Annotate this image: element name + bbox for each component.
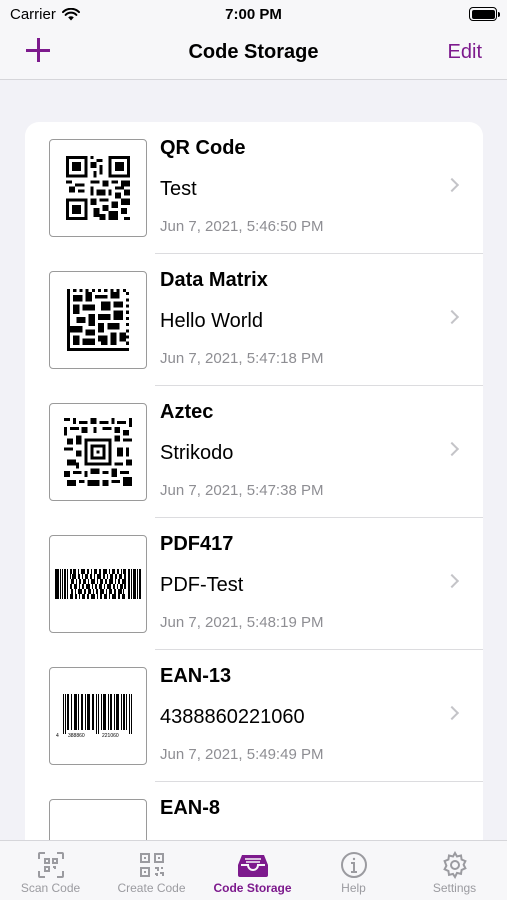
code-list: QR Code Test Jun 7, 2021, 5:46:50 PM Dat… xyxy=(25,122,483,882)
code-date: Jun 7, 2021, 5:46:50 PM xyxy=(160,218,324,235)
pdf417-thumbnail xyxy=(49,535,147,633)
navigation-bar: Code Storage Edit xyxy=(0,28,507,80)
aztec-code-thumbnail xyxy=(49,403,147,501)
code-row-ean13[interactable]: 4 388860 221060 EAN-13 4388860221060 Jun… xyxy=(25,650,483,782)
code-type: Data Matrix xyxy=(160,269,268,291)
chevron-right-icon xyxy=(444,573,460,589)
code-type: PDF417 xyxy=(160,533,234,555)
chevron-right-icon xyxy=(444,705,460,721)
qr-code-thumbnail xyxy=(49,139,147,237)
status-time: 7:00 PM xyxy=(225,6,282,23)
tab-bar: Scan Code Create Code Code Storage Help … xyxy=(0,840,507,900)
tab-label: Create Code xyxy=(117,881,186,895)
code-date: Jun 7, 2021, 5:49:49 PM xyxy=(160,746,324,763)
status-bar: Carrier 7:00 PM xyxy=(0,0,507,28)
tab-label: Help xyxy=(341,881,366,895)
tab-code-storage[interactable]: Code Storage xyxy=(202,841,303,900)
chevron-right-icon xyxy=(444,309,460,325)
ean13-barcode-thumbnail: 4 388860 221060 xyxy=(49,667,147,765)
tray-icon xyxy=(237,855,268,877)
code-content: Hello World xyxy=(160,310,263,332)
code-type: Aztec xyxy=(160,401,214,423)
code-row-qr[interactable]: QR Code Test Jun 7, 2021, 5:46:50 PM xyxy=(25,122,483,254)
code-date: Jun 7, 2021, 5:47:18 PM xyxy=(160,350,324,367)
code-type: EAN-13 xyxy=(160,665,232,687)
chevron-right-icon xyxy=(444,177,460,193)
tab-help[interactable]: Help xyxy=(303,841,404,900)
tab-label: Settings xyxy=(432,881,477,895)
code-type: EAN-8 xyxy=(160,797,221,819)
code-content: PDF-Test xyxy=(160,574,244,596)
edit-button[interactable]: Edit xyxy=(448,41,482,64)
page-title: Code Storage xyxy=(188,41,319,63)
tab-label: Scan Code xyxy=(20,881,81,895)
info-icon xyxy=(340,852,367,878)
tab-settings[interactable]: Settings xyxy=(404,841,505,900)
code-row-aztec[interactable]: Aztec Strikodo Jun 7, 2021, 5:47:38 PM xyxy=(25,386,483,518)
code-content: Test xyxy=(160,178,197,200)
svg-text:221060: 221060 xyxy=(102,733,119,738)
code-row-data-matrix[interactable]: Data Matrix Hello World Jun 7, 2021, 5:4… xyxy=(25,254,483,386)
data-matrix-thumbnail xyxy=(49,271,147,369)
code-content: 4388860221060 xyxy=(160,706,305,728)
chevron-right-icon xyxy=(444,441,460,457)
svg-text:388860: 388860 xyxy=(68,733,85,738)
battery-icon xyxy=(469,7,500,21)
tab-label: Code Storage xyxy=(213,881,292,895)
code-row-pdf417[interactable]: PDF417 PDF-Test Jun 7, 2021, 5:48:19 PM xyxy=(25,518,483,650)
code-date: Jun 7, 2021, 5:47:38 PM xyxy=(160,482,324,499)
qr-code-icon xyxy=(139,853,164,877)
code-content: Strikodo xyxy=(160,442,234,464)
svg-text:4: 4 xyxy=(56,733,59,738)
tab-create-code[interactable]: Create Code xyxy=(101,841,202,900)
tab-scan-code[interactable]: Scan Code xyxy=(0,841,101,900)
gear-icon xyxy=(442,851,467,879)
code-date: Jun 7, 2021, 5:48:19 PM xyxy=(160,614,324,631)
scan-code-icon xyxy=(37,852,64,878)
code-type: QR Code xyxy=(160,137,246,159)
